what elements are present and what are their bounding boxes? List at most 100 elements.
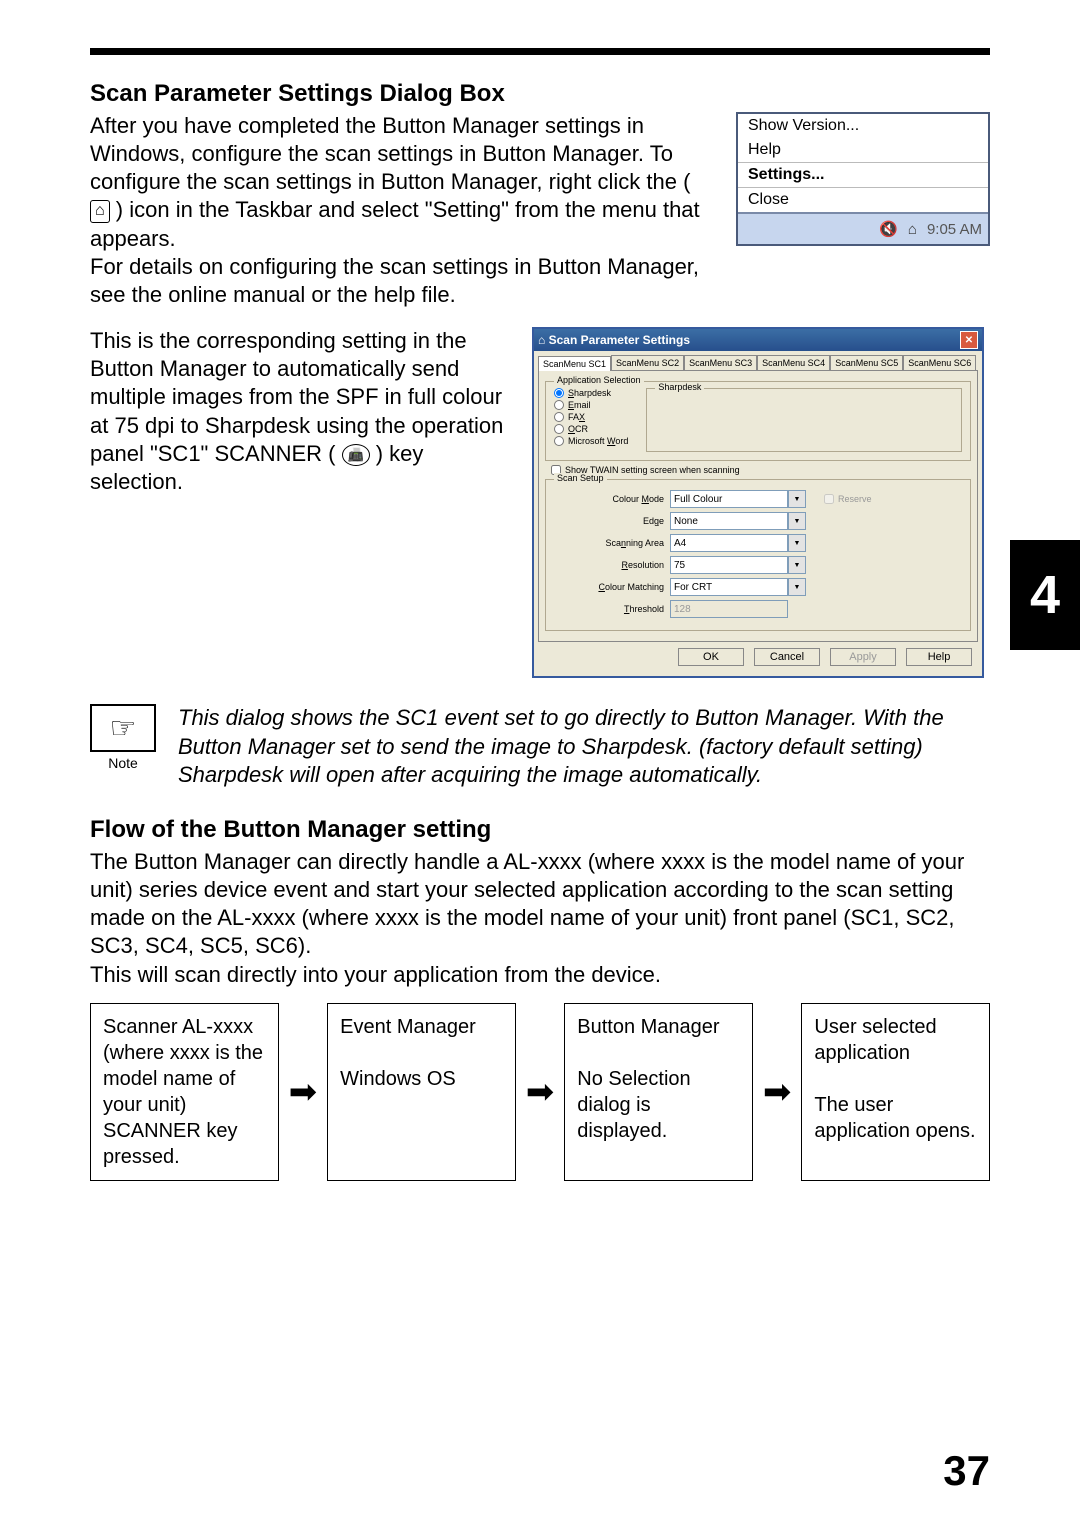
application-radio-list: Sharpdesk Email FAX OCR Microsoft Word <box>554 388 628 452</box>
note-hand-icon: ☞ <box>90 704 156 752</box>
combo-colour-mode[interactable]: ▼ <box>670 490 806 508</box>
reserve-label: Reserve <box>838 494 872 504</box>
tray-volume-icon: 🔇 <box>879 220 898 238</box>
row-colour-matching: Colour Matching ▼ <box>554 578 962 596</box>
sps-p3a: This is the corresponding setting in the… <box>90 328 503 466</box>
menu-item-settings[interactable]: Settings... <box>738 162 988 188</box>
sps-title-text: Scan Parameter Settings <box>549 333 690 347</box>
sps-titlebar: ⌂ Scan Parameter Settings ✕ <box>534 329 982 351</box>
context-menu-figure: Show Version... Help Settings... Close 🔇… <box>736 112 990 246</box>
label-scanning-area: Scanning Area <box>554 538 664 548</box>
sps-body: Application Selection Sharpdesk Email FA… <box>538 370 978 642</box>
chevron-down-icon[interactable]: ▼ <box>788 556 806 574</box>
radio-email[interactable]: Email <box>554 400 628 410</box>
radio-word-input[interactable] <box>554 436 564 446</box>
apply-button: Apply <box>830 648 896 666</box>
flow-box-4a: User selected application <box>814 1016 936 1064</box>
flow-box-4b: The user application opens. <box>814 1094 975 1142</box>
tab-sc2[interactable]: ScanMenu SC2 <box>611 355 684 370</box>
input-threshold <box>670 600 788 618</box>
radio-fax-input[interactable] <box>554 412 564 422</box>
note-block: ☞ Note This dialog shows the SC1 event s… <box>90 704 990 790</box>
tab-sc1[interactable]: ScanMenu SC1 <box>538 356 611 371</box>
chevron-down-icon[interactable]: ▼ <box>788 578 806 596</box>
reserve-checkbox: Reserve <box>824 494 872 504</box>
menu-item-close[interactable]: Close <box>738 188 988 212</box>
combo-threshold <box>670 600 788 618</box>
radio-fax[interactable]: FAX <box>554 412 628 422</box>
tab-sc6[interactable]: ScanMenu SC6 <box>903 355 976 370</box>
chevron-down-icon[interactable]: ▼ <box>788 490 806 508</box>
label-colour-matching: Colour Matching <box>554 582 664 592</box>
label-threshold: Threshold <box>554 604 664 614</box>
tray-scanner-icon: ⌂ <box>908 221 917 238</box>
flow-box-3: Button Manager No Selection dialog is di… <box>564 1003 753 1181</box>
group-scan-setup-title: Scan Setup <box>554 473 607 483</box>
combo-edge[interactable]: ▼ <box>670 512 806 530</box>
label-edge: Edge <box>554 516 664 526</box>
ok-button[interactable]: OK <box>678 648 744 666</box>
combo-scanning-area[interactable]: ▼ <box>670 534 806 552</box>
combo-resolution[interactable]: ▼ <box>670 556 806 574</box>
radio-word[interactable]: Microsoft Word <box>554 436 628 446</box>
twain-checkbox-row[interactable]: Show TWAIN setting screen when scanning <box>551 465 971 475</box>
intro-text-col: After you have completed the Button Mana… <box>90 112 714 309</box>
radio-sharpdesk[interactable]: Sharpdesk <box>554 388 628 398</box>
group-sharpdesk-title: Sharpdesk <box>655 382 704 392</box>
context-menu: Show Version... Help Settings... Close 🔇… <box>736 112 990 246</box>
page-number: 37 <box>943 1447 990 1495</box>
row-resolution: Resolution ▼ <box>554 556 962 574</box>
input-resolution[interactable] <box>670 556 788 574</box>
reserve-checkbox-input <box>824 494 834 504</box>
scan-parameter-settings-window: ⌂ Scan Parameter Settings ✕ ScanMenu SC1… <box>532 327 984 678</box>
tray-clock: 9:05 AM <box>927 221 982 238</box>
flow-p1: The Button Manager can directly handle a… <box>90 848 990 961</box>
input-edge[interactable] <box>670 512 788 530</box>
radio-sharpdesk-input[interactable] <box>554 388 564 398</box>
section-heading-scan-param: Scan Parameter Settings Dialog Box <box>90 80 990 108</box>
flow-box-3a: Button Manager <box>577 1016 719 1038</box>
input-colour-matching[interactable] <box>670 578 788 596</box>
row-edge: Edge ▼ <box>554 512 962 530</box>
sps-button-row: OK Cancel Apply Help <box>534 642 982 676</box>
flow-box-1: Scanner AL-xxxx (where xxxx is the model… <box>90 1003 279 1181</box>
flow-box-3b: No Selection dialog is displayed. <box>577 1068 690 1142</box>
tab-sc3[interactable]: ScanMenu SC3 <box>684 355 757 370</box>
label-resolution: Resolution <box>554 560 664 570</box>
radio-ocr-input[interactable] <box>554 424 564 434</box>
top-rule <box>90 48 990 55</box>
row-scanning-area: Scanning Area ▼ <box>554 534 962 552</box>
flow-box-4: User selected application The user appli… <box>801 1003 990 1181</box>
taskbar-tray-scanner-icon: ⌂ <box>90 200 110 222</box>
tab-sc4[interactable]: ScanMenu SC4 <box>757 355 830 370</box>
arrow-right-icon: ➡ <box>526 1075 555 1109</box>
section-heading-flow: Flow of the Button Manager setting <box>90 816 990 844</box>
input-colour-mode[interactable] <box>670 490 788 508</box>
menu-item-show-version[interactable]: Show Version... <box>738 114 988 138</box>
label-colour-mode: Colour Mode <box>554 494 664 504</box>
close-icon[interactable]: ✕ <box>960 331 978 349</box>
intro-p1a: After you have completed the Button Mana… <box>90 113 690 194</box>
scanner-key-icon: 📠 <box>342 444 370 466</box>
help-button[interactable]: Help <box>906 648 972 666</box>
arrow-right-icon: ➡ <box>289 1075 318 1109</box>
radio-ocr[interactable]: OCR <box>554 424 628 434</box>
group-scan-setup: Scan Setup Colour Mode ▼ Reserve Edge ▼ … <box>545 479 971 631</box>
note-icon-col: ☞ Note <box>90 704 156 771</box>
sps-app-icon: ⌂ <box>538 333 549 347</box>
flow-p2: This will scan directly into your applic… <box>90 961 990 989</box>
chevron-down-icon[interactable]: ▼ <box>788 534 806 552</box>
input-scanning-area[interactable] <box>670 534 788 552</box>
tab-sc5[interactable]: ScanMenu SC5 <box>830 355 903 370</box>
radio-email-input[interactable] <box>554 400 564 410</box>
taskbar-tray: 🔇 ⌂ 9:05 AM <box>738 212 988 244</box>
cancel-button[interactable]: Cancel <box>754 648 820 666</box>
combo-colour-matching[interactable]: ▼ <box>670 578 806 596</box>
flow-box-2: Event Manager Windows OS <box>327 1003 516 1181</box>
menu-item-help[interactable]: Help <box>738 138 988 162</box>
intro-p1b: ) icon in the Taskbar and select "Settin… <box>90 197 700 250</box>
chevron-down-icon[interactable]: ▼ <box>788 512 806 530</box>
sps-title: ⌂ Scan Parameter Settings <box>538 333 690 347</box>
group-sharpdesk-options: Sharpdesk <box>646 388 962 452</box>
sps-row: This is the corresponding setting in the… <box>90 327 990 678</box>
